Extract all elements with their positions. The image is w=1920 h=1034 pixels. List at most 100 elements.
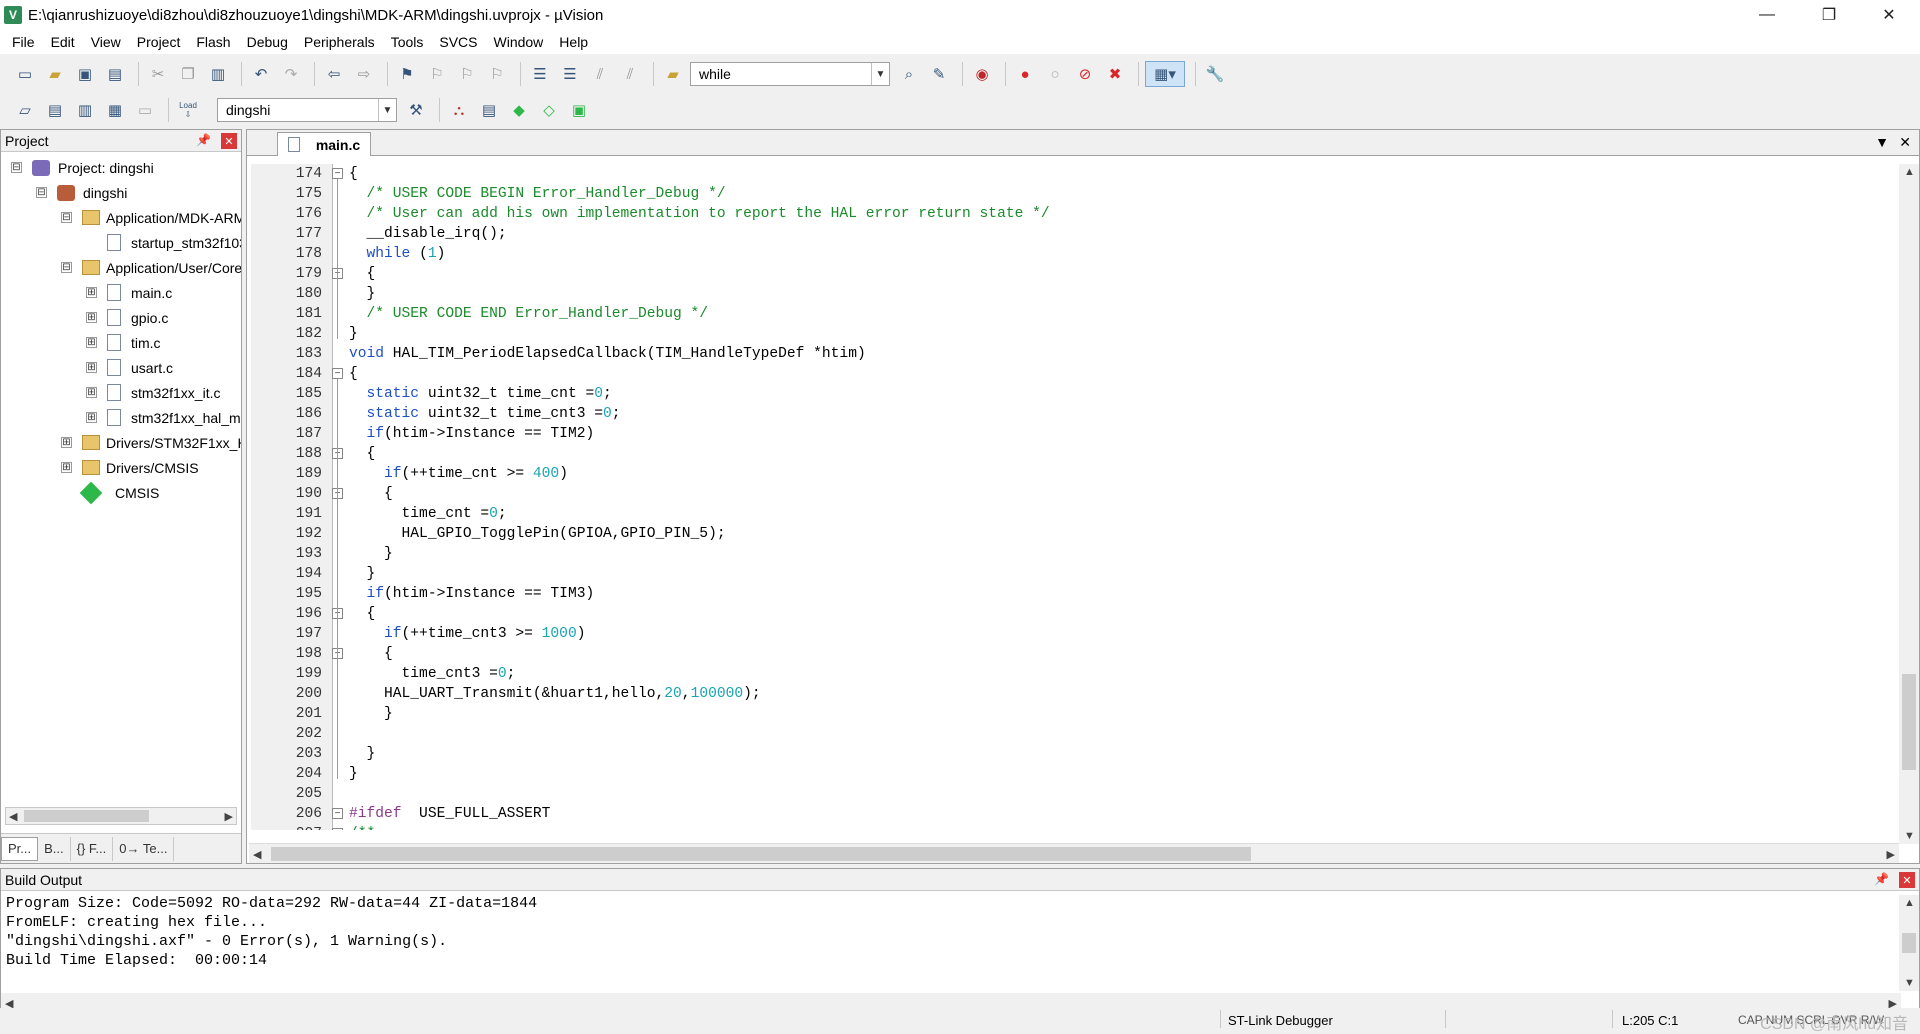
- editor-horizontal-scrollbar[interactable]: ◀ ▶: [249, 843, 1899, 863]
- window-layout-icon[interactable]: ▦▾: [1145, 61, 1185, 87]
- tree-file-usart-c[interactable]: ⊞ usart.c: [86, 355, 173, 380]
- find-icon[interactable]: ⌕: [896, 61, 922, 87]
- tree-group-cmsis[interactable]: ⊞ Drivers/CMSIS: [61, 455, 199, 480]
- translate-icon[interactable]: ▱: [12, 97, 38, 123]
- pack-installer-download-icon[interactable]: ▣: [566, 97, 592, 123]
- find-combo[interactable]: while ▼: [690, 62, 890, 86]
- scroll-down-icon[interactable]: ▼: [1904, 830, 1915, 842]
- menu-window[interactable]: Window: [486, 34, 552, 50]
- close-icon[interactable]: ✕: [221, 133, 237, 149]
- navigate-back-icon[interactable]: ⇦: [321, 61, 347, 87]
- rebuild-icon[interactable]: ▥: [72, 97, 98, 123]
- fold-toggle-icon[interactable]: −: [332, 828, 343, 830]
- project-horizontal-scrollbar[interactable]: ◀ ▶: [5, 807, 237, 825]
- scrollbar-thumb[interactable]: [1902, 674, 1916, 770]
- menu-flash[interactable]: Flash: [188, 34, 238, 50]
- navigate-forward-icon[interactable]: ⇨: [351, 61, 377, 87]
- expand-icon[interactable]: ⊞: [86, 312, 97, 323]
- expand-icon[interactable]: ⊞: [61, 437, 72, 448]
- expand-icon[interactable]: ⊞: [86, 412, 97, 423]
- pin-icon[interactable]: 📌: [1874, 872, 1889, 886]
- pack-installer-icon[interactable]: ◇: [536, 97, 562, 123]
- comment-icon[interactable]: ⫽: [587, 61, 613, 87]
- close-editor-icon[interactable]: ✕: [1899, 134, 1911, 151]
- tree-file-it-c[interactable]: ⊞ stm32f1xx_it.c: [86, 380, 220, 405]
- start-debug-icon[interactable]: ◉: [969, 61, 995, 87]
- select-packs-icon[interactable]: ▤: [476, 97, 502, 123]
- fold-toggle-icon[interactable]: −: [332, 368, 343, 379]
- menu-tools[interactable]: Tools: [383, 34, 432, 50]
- indent-icon[interactable]: ☰: [527, 61, 553, 87]
- tree-group-mdk-arm[interactable]: ⊟ Application/MDK-ARM: [61, 205, 241, 230]
- scroll-right-icon[interactable]: ▶: [1887, 848, 1895, 861]
- disable-breakpoint-icon[interactable]: ○: [1042, 61, 1068, 87]
- fold-toggle-icon[interactable]: −: [332, 808, 343, 819]
- uncomment-icon[interactable]: ⫽: [617, 61, 643, 87]
- find-in-files-icon[interactable]: ▰: [660, 61, 686, 87]
- tab-project[interactable]: Pr...: [1, 836, 39, 861]
- next-bookmark-icon[interactable]: ⚐: [454, 61, 480, 87]
- new-file-icon[interactable]: ▭: [12, 61, 38, 87]
- scrollbar-thumb[interactable]: [24, 810, 149, 822]
- collapse-icon[interactable]: ⊟: [61, 212, 72, 223]
- pin-icon[interactable]: 📌: [196, 133, 211, 147]
- tab-templates[interactable]: 0→ Te...: [113, 836, 175, 861]
- breakpoint-icon[interactable]: ●: [1012, 61, 1038, 87]
- tree-project-root[interactable]: ⊟ Project: dingshi: [11, 155, 154, 180]
- scroll-up-icon[interactable]: ▲: [1904, 166, 1915, 178]
- tree-file-main-c[interactable]: ⊞ main.c: [86, 280, 172, 305]
- kill-all-breakpoints-icon[interactable]: ✖: [1102, 61, 1128, 87]
- code-area[interactable]: 174−{175 /* USER CODE BEGIN Error_Handle…: [247, 164, 1897, 830]
- bookmark-icon[interactable]: ⚑: [394, 61, 420, 87]
- menu-debug[interactable]: Debug: [239, 34, 296, 50]
- tab-books[interactable]: B...: [38, 836, 71, 861]
- target-combo[interactable]: dingshi ▼: [217, 98, 397, 122]
- chevron-down-icon[interactable]: ▼: [871, 63, 889, 85]
- scroll-left-icon[interactable]: ◀: [9, 810, 17, 823]
- menu-file[interactable]: File: [4, 34, 43, 50]
- expand-icon[interactable]: ⊞: [86, 287, 97, 298]
- clear-bookmarks-icon[interactable]: ⚐: [484, 61, 510, 87]
- expand-icon[interactable]: ⊞: [86, 362, 97, 373]
- collapse-icon[interactable]: ⊟: [36, 187, 47, 198]
- maximize-button[interactable]: ❐: [1806, 0, 1852, 30]
- scrollbar-thumb[interactable]: [271, 847, 1251, 861]
- disable-all-breakpoints-icon[interactable]: ⊘: [1072, 61, 1098, 87]
- paste-icon[interactable]: ▥: [205, 61, 231, 87]
- menu-view[interactable]: View: [83, 34, 129, 50]
- close-icon[interactable]: ✕: [1899, 872, 1915, 888]
- expand-icon[interactable]: ⊞: [61, 462, 72, 473]
- tab-list-dropdown-icon[interactable]: ▼: [1875, 134, 1889, 150]
- prev-bookmark-icon[interactable]: ⚐: [424, 61, 450, 87]
- minimize-button[interactable]: —: [1744, 0, 1790, 30]
- close-button[interactable]: ✕: [1866, 0, 1912, 30]
- tree-group-user-core[interactable]: ⊟ Application/User/Core: [61, 255, 241, 280]
- scroll-up-icon[interactable]: ▲: [1904, 897, 1915, 909]
- collapse-icon[interactable]: ⊟: [11, 162, 22, 173]
- menu-svcs[interactable]: SVCS: [431, 34, 485, 50]
- tree-file-gpio-c[interactable]: ⊞ gpio.c: [86, 305, 168, 330]
- menu-project[interactable]: Project: [129, 34, 189, 50]
- unindent-icon[interactable]: ☰: [557, 61, 583, 87]
- tab-functions[interactable]: {} F...: [71, 836, 114, 861]
- batch-build-icon[interactable]: ▦: [102, 97, 128, 123]
- configure-icon[interactable]: 🔧: [1202, 61, 1228, 87]
- tree-file-tim-c[interactable]: ⊞ tim.c: [86, 330, 161, 355]
- expand-icon[interactable]: ⊞: [86, 337, 97, 348]
- expand-icon[interactable]: ⊞: [86, 387, 97, 398]
- manage-rte-icon[interactable]: ◆: [506, 97, 532, 123]
- scrollbar-thumb[interactable]: [1902, 933, 1916, 953]
- tree-file-startup[interactable]: startup_stm32f103xb.s: [107, 230, 241, 255]
- copy-icon[interactable]: ❐: [175, 61, 201, 87]
- target-options-icon[interactable]: ⚒: [403, 97, 429, 123]
- menu-help[interactable]: Help: [551, 34, 596, 50]
- save-all-icon[interactable]: ▤: [102, 61, 128, 87]
- tree-component-cmsis[interactable]: CMSIS: [79, 480, 159, 505]
- manage-project-items-icon[interactable]: ⛬: [446, 97, 472, 123]
- build-icon[interactable]: ▤: [42, 97, 68, 123]
- build-vertical-scrollbar[interactable]: ▲ ▼: [1899, 895, 1919, 991]
- editor-vertical-scrollbar[interactable]: ▲ ▼: [1899, 164, 1919, 844]
- load-icon[interactable]: Load ⇩: [175, 97, 201, 123]
- tree-group-hal-driver[interactable]: ⊞ Drivers/STM32F1xx_HAL_Driver: [61, 430, 241, 455]
- collapse-icon[interactable]: ⊟: [61, 262, 72, 273]
